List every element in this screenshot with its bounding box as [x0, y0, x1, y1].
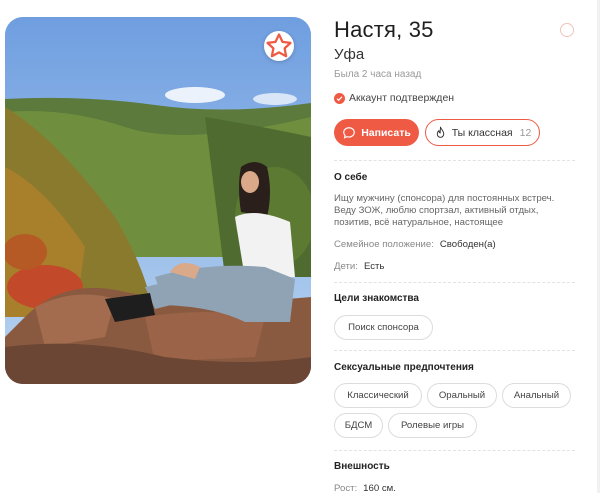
divider [334, 450, 575, 451]
about-text: Ищу мужчину (спонсора) для постоянных вс… [334, 193, 555, 228]
profile-photo[interactable] [5, 17, 311, 384]
verified-label: Аккаунт подтвержден [349, 92, 455, 104]
height-info: Рост: 160 см. [334, 483, 396, 493]
profile-name: Настя, 35 [334, 17, 434, 42]
pref-tag[interactable]: БДСМ [334, 413, 383, 438]
verified-badge: Аккаунт подтвержден [334, 92, 454, 104]
pref-tag[interactable]: Ролевые игры [388, 413, 477, 438]
write-label: Написать [361, 126, 411, 139]
height-value: 160 см. [363, 483, 396, 493]
compliment-label: Ты классная [451, 126, 513, 139]
favorite-button[interactable] [264, 31, 294, 61]
marital-status: Семейное положение: Свободен(а) [334, 239, 496, 250]
star-icon [266, 33, 292, 58]
kids-value: Есть [363, 261, 385, 272]
about-title: О себе [334, 172, 368, 183]
pref-tag[interactable]: Оральный [427, 383, 497, 408]
appearance-title: Внешность [334, 461, 390, 472]
flame-icon [436, 126, 444, 138]
goals-title: Цели знакомства [334, 293, 419, 304]
pref-tag[interactable]: Классический [334, 383, 422, 408]
kids-status: Дети: Есть [334, 261, 384, 272]
photo-image [5, 17, 311, 384]
info-icon[interactable] [560, 23, 574, 37]
prefs-title: Сексуальные предпочтения [334, 362, 474, 373]
profile-city: Уфа [334, 46, 365, 63]
chat-icon [343, 126, 356, 139]
height-label: Рост: [334, 483, 358, 493]
goal-tag[interactable]: Поиск спонсора [334, 315, 433, 340]
last-seen: Была 2 часа назад [334, 69, 422, 80]
divider [334, 282, 575, 283]
divider [334, 350, 575, 351]
marital-label: Семейное положение: [334, 239, 434, 250]
kids-label: Дети: [334, 261, 358, 272]
marital-value: Свободен(а) [439, 239, 496, 250]
pref-tag[interactable]: Анальный [502, 383, 571, 408]
compliment-button[interactable]: Ты классная 12 [425, 119, 540, 146]
divider [334, 160, 575, 161]
check-icon [334, 92, 345, 104]
write-button[interactable]: Написать [334, 119, 419, 146]
compliment-count: 12 [519, 126, 532, 139]
